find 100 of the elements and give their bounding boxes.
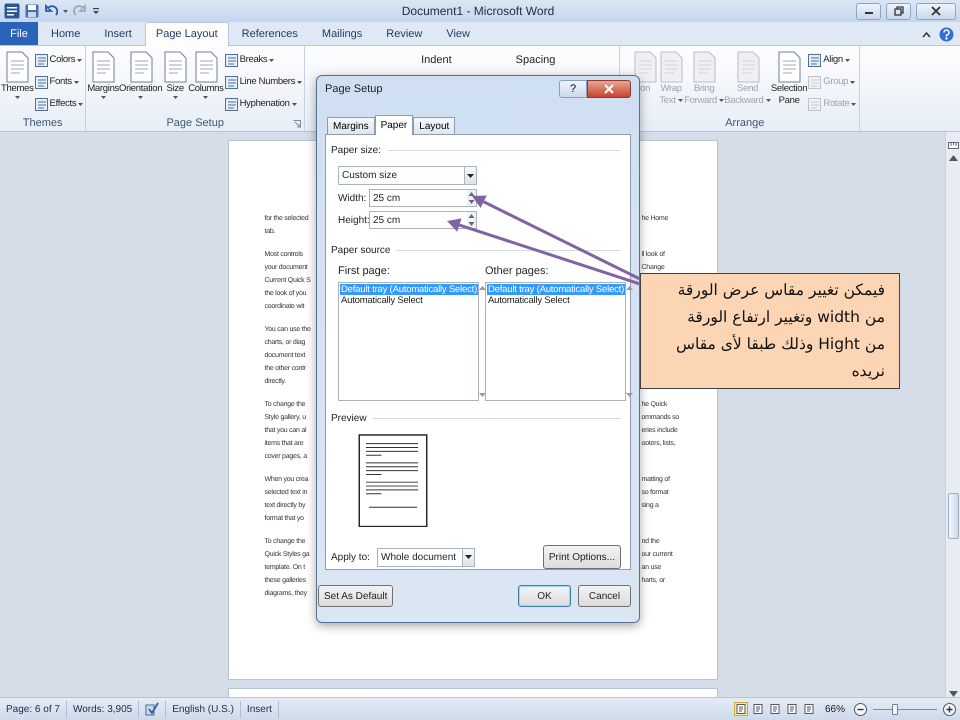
- spinner-icon[interactable]: [467, 212, 476, 228]
- view-button[interactable]: [734, 702, 748, 716]
- page-icon: [4, 51, 30, 83]
- dialog-button[interactable]: OK: [518, 585, 571, 607]
- dialog-tab[interactable]: Layout: [413, 117, 456, 134]
- collapse-ribbon-icon[interactable]: [922, 30, 931, 38]
- page-icon: [128, 51, 154, 83]
- page-icon: [658, 51, 684, 83]
- zoom-slider-thumb[interactable]: [892, 704, 898, 714]
- list-icon: [224, 54, 238, 67]
- ribbon-tab[interactable]: Home: [40, 22, 92, 45]
- page-icon: [90, 51, 116, 83]
- section-heading: Preview: [331, 412, 367, 426]
- view-button[interactable]: [750, 702, 765, 716]
- page-icon: [192, 51, 219, 83]
- customize-icon[interactable]: [92, 6, 100, 16]
- ribbon-button[interactable]: Fonts: [34, 72, 84, 93]
- list-icon: [808, 54, 822, 67]
- section-heading: Paper size:: [331, 144, 382, 158]
- ribbon-button[interactable]: Selection Pane: [770, 50, 808, 115]
- size-field[interactable]: 25 cm: [369, 189, 477, 207]
- dialog-button[interactable]: Set As Default: [318, 585, 394, 607]
- ribbon-button[interactable]: Breaks: [224, 50, 304, 71]
- list-icon: [34, 98, 48, 111]
- close-icon: [931, 6, 941, 16]
- help-button[interactable]: ?: [559, 80, 587, 98]
- list-icon: [808, 98, 822, 111]
- dialog-tab[interactable]: Margins: [327, 117, 375, 134]
- paper-size-select[interactable]: Custom size: [338, 166, 477, 185]
- scroll-up-icon[interactable]: [479, 286, 486, 290]
- page-icon: [632, 51, 658, 83]
- list-icon: [34, 76, 48, 89]
- page-icon: [776, 51, 802, 83]
- ribbon-button[interactable]: Line Numbers: [224, 72, 304, 93]
- minimize-button[interactable]: [856, 2, 881, 20]
- caret-icon: [77, 59, 82, 62]
- scroll-up-icon[interactable]: [948, 155, 958, 161]
- restore-button[interactable]: [886, 2, 911, 20]
- caret-icon: [292, 103, 297, 106]
- ribbon-tab[interactable]: Insert: [93, 22, 143, 45]
- list-item[interactable]: Automatically Select: [487, 294, 626, 306]
- list-item[interactable]: Automatically Select: [340, 294, 478, 306]
- help-icon[interactable]: [939, 26, 954, 42]
- page-icon: [734, 51, 761, 83]
- book-check-icon[interactable]: [145, 702, 160, 716]
- ribbon-button[interactable]: Margins: [87, 50, 120, 115]
- list-icon: [808, 76, 822, 89]
- close-button[interactable]: [916, 2, 956, 20]
- ribbon-tab[interactable]: Page Layout: [144, 22, 229, 46]
- ribbon-tab[interactable]: Mailings: [310, 22, 374, 45]
- spinner-icon[interactable]: [467, 190, 476, 206]
- apply-to-select[interactable]: Whole document: [377, 548, 475, 566]
- scroll-down-icon[interactable]: [479, 392, 486, 396]
- ribbon-button[interactable]: Colors: [34, 50, 84, 71]
- scroll-down-icon[interactable]: [626, 392, 634, 396]
- zoom-out-icon[interactable]: [854, 702, 867, 716]
- ribbon-tab[interactable]: Review: [375, 22, 434, 45]
- view-button[interactable]: [784, 702, 799, 716]
- caret-icon: [719, 98, 724, 102]
- ribbon-tab[interactable]: View: [435, 22, 481, 45]
- ribbon-button[interactable]: Orientation: [119, 50, 162, 115]
- page-icon: [162, 51, 188, 83]
- caret-icon: [63, 10, 68, 12]
- dropdown-arrow-icon[interactable]: [467, 174, 474, 178]
- ruler-icon[interactable]: [948, 140, 958, 151]
- window-title: Document1 - Microsoft Word: [402, 3, 554, 20]
- caret-icon: [78, 103, 84, 106]
- caret-icon: [203, 96, 208, 99]
- view-button[interactable]: [768, 702, 782, 716]
- ribbon-button[interactable]: Effects: [34, 94, 84, 115]
- print-options-button[interactable]: Print Options...: [542, 545, 621, 569]
- view-button[interactable]: [802, 702, 816, 716]
- save-icon[interactable]: [25, 4, 39, 18]
- ribbon-tab[interactable]: References: [230, 22, 309, 45]
- dialog-tab[interactable]: Paper: [374, 115, 414, 135]
- ribbon-tab[interactable]: File: [0, 22, 38, 45]
- ribbon-button[interactable]: Themes: [1, 50, 34, 115]
- close-icon: [604, 84, 614, 94]
- app-logo-icon[interactable]: [4, 3, 20, 19]
- section-label: Spacing: [516, 53, 556, 68]
- status-text: Page: 6 of 7: [0, 700, 67, 718]
- scrollbar-thumb[interactable]: [948, 493, 958, 539]
- section-heading: Paper source: [331, 244, 390, 258]
- ribbon-button[interactable]: Size: [162, 50, 188, 115]
- caret-icon: [297, 81, 302, 84]
- dialog-button[interactable]: Cancel: [578, 585, 631, 607]
- close-button[interactable]: [587, 80, 631, 98]
- group-label: Themes: [22, 116, 63, 131]
- ribbon-button[interactable]: Columns: [188, 50, 224, 115]
- zoom-level: 66%: [824, 702, 845, 716]
- dialog-launcher-icon[interactable]: [293, 120, 302, 128]
- list-label: First page:: [338, 264, 391, 279]
- undo-icon[interactable]: [44, 4, 58, 18]
- caret-icon: [138, 96, 144, 99]
- scroll-up-icon[interactable]: [626, 286, 634, 290]
- ribbon-button[interactable]: Align: [807, 50, 858, 71]
- caret-icon: [269, 59, 274, 62]
- dropdown-arrow-icon[interactable]: [465, 555, 472, 559]
- ribbon-button[interactable]: Hyphenation: [224, 94, 304, 115]
- zoom-in-icon[interactable]: [943, 702, 956, 716]
